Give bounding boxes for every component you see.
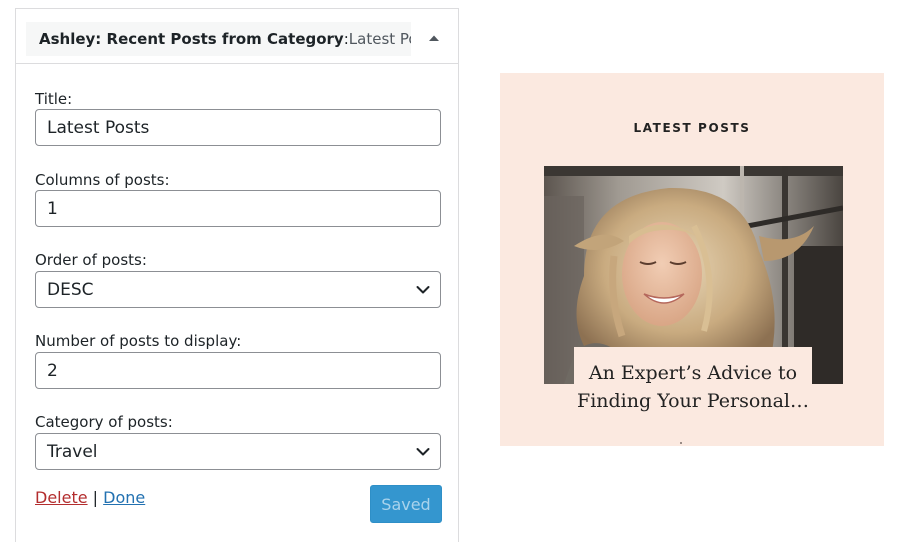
- title-input[interactable]: Latest Posts: [35, 109, 441, 146]
- done-link[interactable]: Done: [103, 488, 145, 507]
- widget-title[interactable]: Ashley: Recent Posts from Category : Lat…: [26, 22, 411, 56]
- post-title-line-1: An Expert’s Advice to: [588, 362, 798, 384]
- chevron-down-icon: [416, 447, 430, 455]
- saved-button[interactable]: Saved: [370, 485, 442, 523]
- title-input-value: Latest Posts: [47, 117, 150, 138]
- chevron-down-icon: [416, 285, 430, 293]
- columns-input-value: 1: [47, 198, 58, 219]
- widget-header[interactable]: Ashley: Recent Posts from Category : Lat…: [16, 9, 458, 64]
- order-select-value: DESC: [47, 279, 94, 300]
- preview-heading: LATEST POSTS: [633, 121, 751, 135]
- number-input[interactable]: 2: [35, 352, 441, 389]
- triangle-up-icon[interactable]: [420, 26, 448, 50]
- columns-input[interactable]: 1: [35, 190, 441, 227]
- delete-link[interactable]: Delete: [35, 488, 88, 507]
- category-select[interactable]: Travel: [35, 433, 441, 470]
- category-select-value: Travel: [47, 441, 98, 462]
- widget-title-main: Ashley: Recent Posts from Category: [39, 30, 344, 48]
- category-label: Category of posts:: [35, 413, 173, 431]
- widget-preview: LATEST POSTS An Expert’s Advice to Findi…: [500, 73, 884, 446]
- link-separator: |: [87, 488, 104, 507]
- number-label: Number of posts to display:: [35, 332, 242, 350]
- post-title[interactable]: An Expert’s Advice to Finding Your Perso…: [574, 347, 812, 423]
- number-input-value: 2: [47, 360, 58, 381]
- post-title-line-2: Finding Your Personal…: [577, 390, 809, 412]
- title-label: Title:: [35, 90, 73, 108]
- widget-panel: Ashley: Recent Posts from Category : Lat…: [15, 8, 459, 542]
- order-label: Order of posts:: [35, 251, 147, 269]
- widget-title-instance: Latest Po...: [348, 30, 411, 48]
- columns-label: Columns of posts:: [35, 171, 170, 189]
- order-select[interactable]: DESC: [35, 271, 441, 308]
- decorative-dot: [680, 442, 682, 444]
- widget-actions: Delete | Done: [35, 488, 145, 507]
